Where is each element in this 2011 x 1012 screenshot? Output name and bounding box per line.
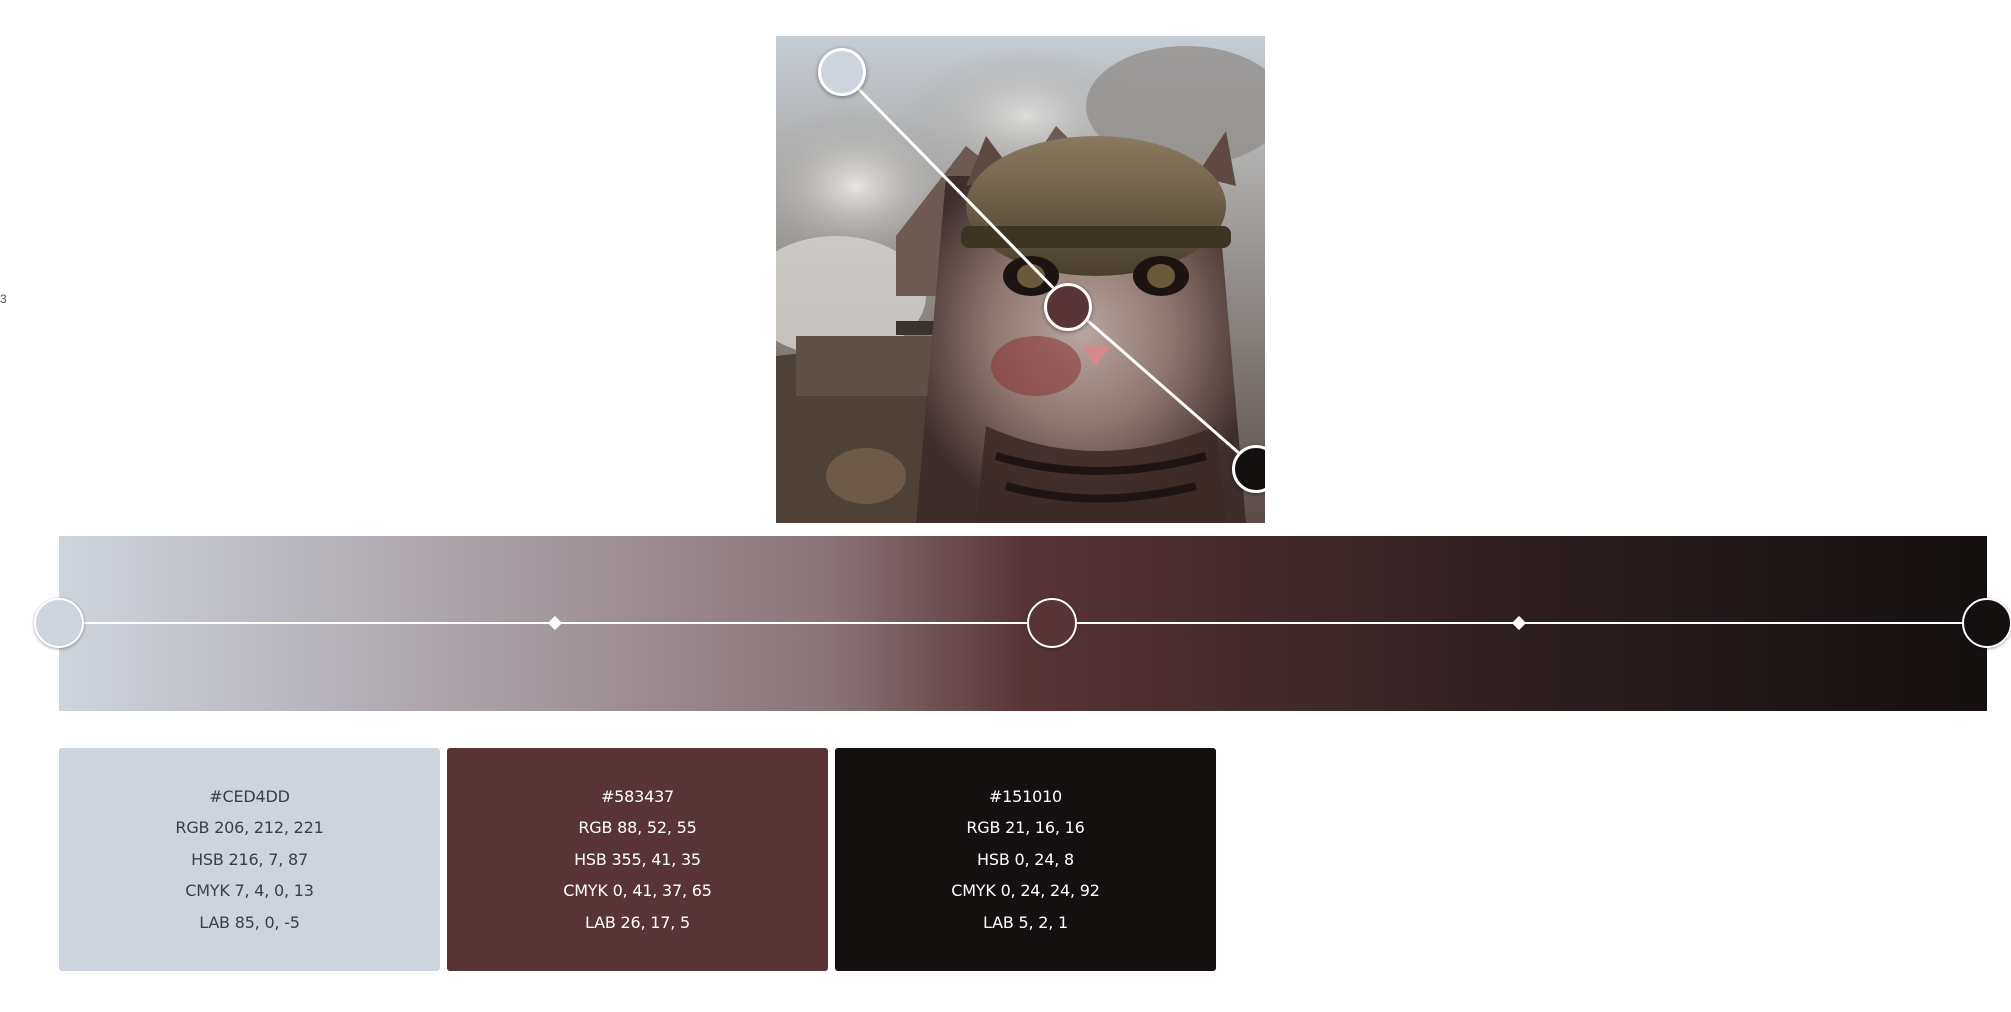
swatch-hex[interactable]: #151010 <box>989 781 1062 813</box>
swatch-lab[interactable]: LAB 26, 17, 5 <box>585 907 690 939</box>
gradient-stop-2[interactable] <box>1027 598 1077 648</box>
swatch-rgb[interactable]: RGB 21, 16, 16 <box>966 812 1084 844</box>
swatch-hex[interactable]: #CED4DD <box>209 781 290 813</box>
swatch-hsb[interactable]: HSB 0, 24, 8 <box>977 844 1074 876</box>
gradient-track <box>59 622 1987 624</box>
swatch-lab[interactable]: LAB 5, 2, 1 <box>983 907 1068 939</box>
clipped-edge-text: 3 <box>0 292 6 306</box>
swatch-hsb[interactable]: HSB 216, 7, 87 <box>191 844 308 876</box>
swatch-rgb[interactable]: RGB 206, 212, 221 <box>175 812 323 844</box>
swatch-hex[interactable]: #583437 <box>601 781 674 813</box>
swatch-hsb[interactable]: HSB 355, 41, 35 <box>574 844 701 876</box>
color-swatch-2[interactable]: #583437 RGB 88, 52, 55 HSB 355, 41, 35 C… <box>447 748 828 971</box>
swatch-cmyk[interactable]: CMYK 0, 41, 37, 65 <box>563 875 712 907</box>
source-image[interactable] <box>776 36 1265 523</box>
gradient-stop-3[interactable] <box>1962 598 2011 648</box>
color-swatch-3[interactable]: #151010 RGB 21, 16, 16 HSB 0, 24, 8 CMYK… <box>835 748 1216 971</box>
swatch-rgb[interactable]: RGB 88, 52, 55 <box>578 812 696 844</box>
gradient-extractor-page: 3 #CED4DD RGB 206, 212, 221 HSB 216, 7, … <box>0 0 2011 1012</box>
swatch-lab[interactable]: LAB 85, 0, -5 <box>199 907 300 939</box>
color-swatch-1[interactable]: #CED4DD RGB 206, 212, 221 HSB 216, 7, 87… <box>59 748 440 971</box>
color-picker-1[interactable] <box>818 48 866 96</box>
color-picker-2[interactable] <box>1044 283 1092 331</box>
swatch-cmyk[interactable]: CMYK 0, 24, 24, 92 <box>951 875 1100 907</box>
swatch-cmyk[interactable]: CMYK 7, 4, 0, 13 <box>185 875 314 907</box>
cat-soldier-image <box>776 36 1265 523</box>
gradient-stop-1[interactable] <box>34 598 84 648</box>
